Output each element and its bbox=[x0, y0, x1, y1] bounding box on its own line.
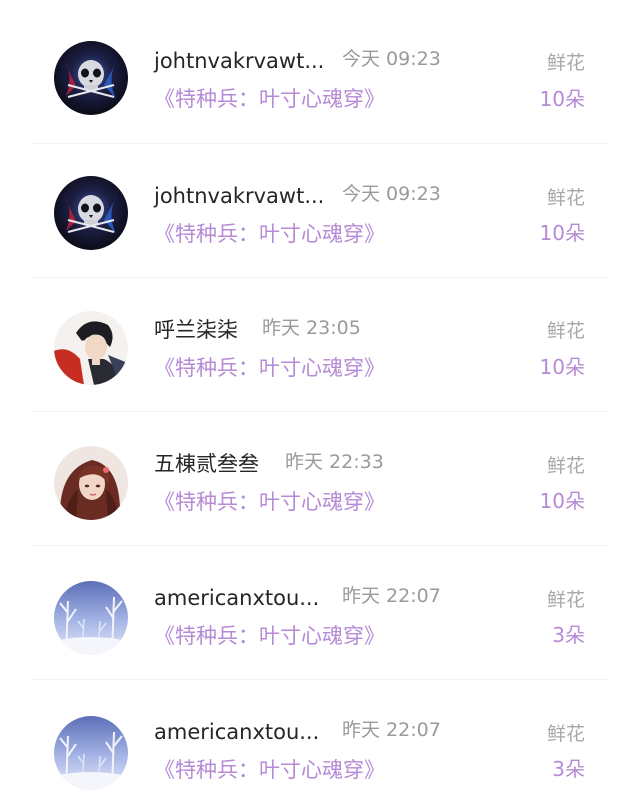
book-title-link[interactable]: 《特种兵：叶寸心魂穿》 bbox=[154, 488, 385, 516]
gift-quantity: 10朵 bbox=[539, 489, 585, 513]
gift-type-label: 鲜花 bbox=[546, 187, 585, 209]
gift-time: 今天 09:23 bbox=[342, 48, 441, 70]
user-name[interactable]: americanxtou... bbox=[154, 584, 319, 612]
gift-time: 昨天 22:33 bbox=[285, 451, 384, 473]
gift-type-label: 鲜花 bbox=[546, 455, 585, 477]
gift-record-row[interactable]: americanxtou... 昨天 22:07 《特种兵：叶寸心魂穿》 鲜花 … bbox=[0, 546, 640, 680]
gift-record-row[interactable]: 五棟贰叁叁 昨天 22:33 《特种兵：叶寸心魂穿》 鲜花 10朵 bbox=[0, 412, 640, 546]
skull-avatar[interactable] bbox=[54, 41, 128, 115]
anime-girl-avatar[interactable] bbox=[54, 446, 128, 520]
gift-type-label: 鲜花 bbox=[546, 589, 585, 611]
gift-record-row[interactable]: americanxtou... 昨天 22:07 《特种兵：叶寸心魂穿》 鲜花 … bbox=[0, 680, 640, 796]
skull-avatar[interactable] bbox=[54, 176, 128, 250]
gift-quantity: 3朵 bbox=[552, 757, 585, 781]
gift-quantity: 3朵 bbox=[552, 623, 585, 647]
book-title-link[interactable]: 《特种兵：叶寸心魂穿》 bbox=[154, 622, 385, 650]
gift-record-list: johtnvakrvawt... 今天 09:23 《特种兵：叶寸心魂穿》 鲜花… bbox=[0, 0, 640, 796]
gift-type-label: 鲜花 bbox=[546, 52, 585, 74]
user-name[interactable]: johtnvakrvawt... bbox=[154, 47, 324, 75]
gift-type-label: 鲜花 bbox=[546, 320, 585, 342]
gift-quantity: 10朵 bbox=[539, 355, 585, 379]
book-title-link[interactable]: 《特种兵：叶寸心魂穿》 bbox=[154, 756, 385, 784]
snowy-forest-avatar[interactable] bbox=[54, 716, 128, 790]
gift-record-row[interactable]: johtnvakrvawt... 今天 09:23 《特种兵：叶寸心魂穿》 鲜花… bbox=[0, 144, 640, 278]
user-name[interactable]: johtnvakrvawt... bbox=[154, 182, 324, 210]
snowy-forest-avatar[interactable] bbox=[54, 581, 128, 655]
book-title-link[interactable]: 《特种兵：叶寸心魂穿》 bbox=[154, 220, 385, 248]
book-title-link[interactable]: 《特种兵：叶寸心魂穿》 bbox=[154, 85, 385, 113]
user-name[interactable]: 五棟贰叁叁 bbox=[154, 450, 259, 478]
gift-time: 昨天 22:07 bbox=[342, 719, 441, 741]
gift-quantity: 10朵 bbox=[539, 87, 585, 111]
anime-boy-avatar[interactable] bbox=[54, 311, 128, 385]
gift-time: 今天 09:23 bbox=[342, 183, 441, 205]
user-name[interactable]: 呼兰柒柒 bbox=[154, 316, 238, 344]
book-title-link[interactable]: 《特种兵：叶寸心魂穿》 bbox=[154, 354, 385, 382]
gift-type-label: 鲜花 bbox=[546, 723, 585, 745]
user-name[interactable]: americanxtou... bbox=[154, 718, 319, 746]
gift-record-row[interactable]: 呼兰柒柒 昨天 23:05 《特种兵：叶寸心魂穿》 鲜花 10朵 bbox=[0, 278, 640, 412]
gift-time: 昨天 22:07 bbox=[342, 585, 441, 607]
gift-quantity: 10朵 bbox=[539, 221, 585, 245]
gift-time: 昨天 23:05 bbox=[262, 317, 361, 339]
gift-record-row[interactable]: johtnvakrvawt... 今天 09:23 《特种兵：叶寸心魂穿》 鲜花… bbox=[0, 10, 640, 144]
